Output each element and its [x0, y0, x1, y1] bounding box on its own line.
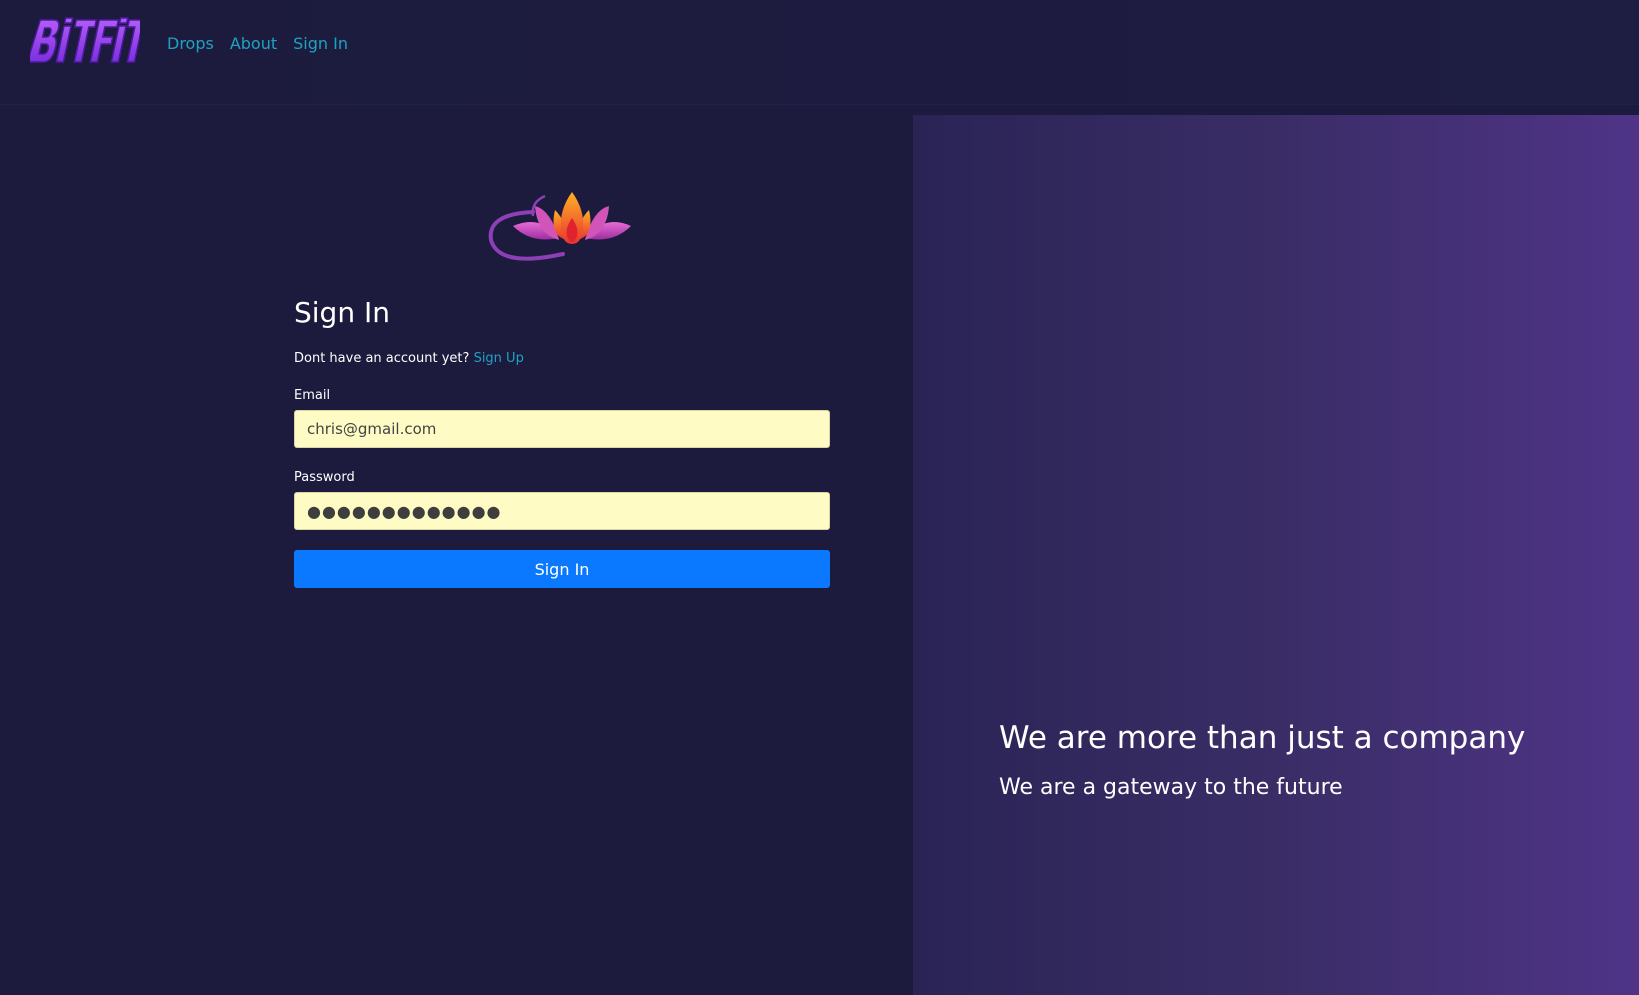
nav-link-sign-in[interactable]: Sign In — [293, 34, 348, 53]
nav-links: Drops About Sign In — [167, 34, 348, 53]
email-label: Email — [294, 388, 331, 403]
sign-up-link[interactable]: Sign Up — [474, 351, 524, 366]
hero-tagline: We are more than just a company We are a… — [999, 718, 1599, 802]
hero-headline: We are more than just a company — [999, 720, 1526, 756]
hero-subline: We are a gateway to the future — [999, 775, 1343, 800]
lotus-logo-icon — [485, 188, 633, 272]
sign-in-form: Sign In Dont have an account yet? Sign U… — [294, 296, 830, 588]
nav-link-drops[interactable]: Drops — [167, 34, 214, 53]
password-field[interactable]: ●●●●●●●●●●●●● — [294, 492, 830, 530]
page-title: Sign In — [294, 296, 390, 329]
password-label: Password — [294, 470, 355, 485]
signup-prompt: Dont have an account yet? Sign Up — [294, 350, 830, 368]
top-navbar: Drops About Sign In — [0, 0, 1639, 105]
email-field[interactable]: chris@gmail.com — [294, 410, 830, 448]
hero-panel — [913, 115, 1639, 995]
bitfit-logo-icon — [30, 17, 140, 63]
brand-logo[interactable] — [30, 12, 140, 74]
sign-in-button[interactable]: Sign In — [294, 550, 830, 588]
nav-link-about[interactable]: About — [230, 34, 277, 53]
email-value: chris@gmail.com — [307, 420, 437, 438]
signup-prompt-text: Dont have an account yet? — [294, 351, 470, 366]
password-value: ●●●●●●●●●●●●● — [307, 501, 502, 521]
